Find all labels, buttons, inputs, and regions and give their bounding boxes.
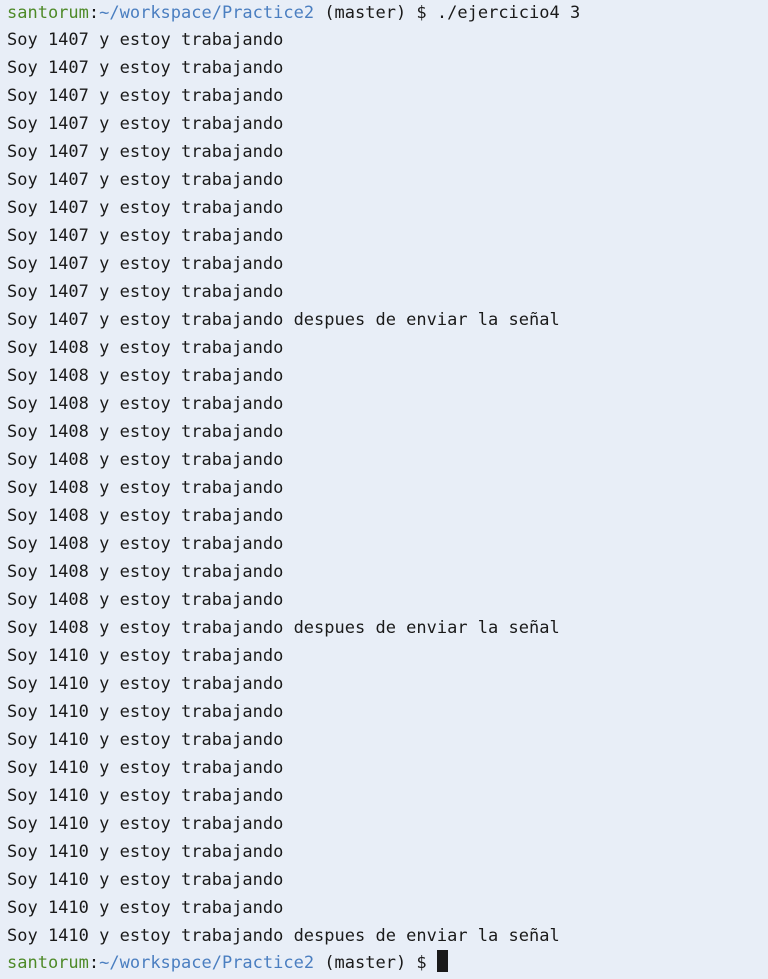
output-line: Soy 1407 y estoy trabajando [7, 114, 284, 134]
output-line: Soy 1407 y estoy trabajando [7, 254, 284, 274]
terminal-window[interactable]: santorum:~/workspace/Practice2 (master) … [0, 0, 768, 979]
text-cursor [436, 950, 448, 972]
final-prompt-path: ~/workspace/Practice2 [99, 953, 315, 973]
output-line: Soy 1408 y estoy trabajando [7, 534, 284, 554]
output-line: Soy 1410 y estoy trabajando [7, 730, 284, 750]
output-line: Soy 1408 y estoy trabajando [7, 590, 284, 610]
final-prompt-separator: : [88, 953, 100, 973]
final-prompt-branch: (master) $ [314, 953, 437, 973]
prompt-branch: (master) $ [314, 3, 437, 23]
output-line: Soy 1407 y estoy trabajando [7, 198, 284, 218]
prompt-separator: : [88, 3, 100, 23]
output-line: Soy 1407 y estoy trabajando [7, 282, 284, 302]
output-line: Soy 1410 y estoy trabajando [7, 842, 284, 862]
command-prompt-line: santorum:~/workspace/Practice2 (master) … [7, 0, 768, 26]
output-line: Soy 1407 y estoy trabajando [7, 86, 284, 106]
prompt-command: ./ejercicio4 3 [436, 3, 581, 23]
final-prompt-user: santorum [7, 953, 89, 973]
output-line: Soy 1408 y estoy trabajando [7, 562, 284, 582]
output-line: Soy 1410 y estoy trabajando [7, 758, 284, 778]
output-line: Soy 1410 y estoy trabajando [7, 898, 284, 918]
prompt-path: ~/workspace/Practice2 [99, 3, 315, 23]
output-line: Soy 1408 y estoy trabajando [7, 506, 284, 526]
output-line: Soy 1407 y estoy trabajando [7, 30, 284, 50]
output-line: Soy 1408 y estoy trabajando [7, 394, 284, 414]
prompt-user: santorum [7, 3, 89, 23]
output-line: Soy 1408 y estoy trabajando [7, 422, 284, 442]
output-line: Soy 1410 y estoy trabajando [7, 786, 284, 806]
output-line: Soy 1410 y estoy trabajando [7, 702, 284, 722]
output-line: Soy 1408 y estoy trabajando [7, 366, 284, 386]
output-line: Soy 1410 y estoy trabajando [7, 814, 284, 834]
output-line: Soy 1410 y estoy trabajando [7, 870, 284, 890]
output-line: Soy 1408 y estoy trabajando [7, 478, 284, 498]
output-line: Soy 1410 y estoy trabajando despues de e… [7, 926, 560, 946]
final-prompt-line[interactable]: santorum:~/workspace/Practice2 (master) … [7, 950, 768, 976]
output-line: Soy 1407 y estoy trabajando [7, 170, 284, 190]
output-line: Soy 1407 y estoy trabajando [7, 226, 284, 246]
output-line: Soy 1408 y estoy trabajando [7, 338, 284, 358]
output-line: Soy 1407 y estoy trabajando [7, 58, 284, 78]
output-line: Soy 1410 y estoy trabajando [7, 646, 284, 666]
output-line: Soy 1407 y estoy trabajando despues de e… [7, 310, 560, 330]
output-line: Soy 1410 y estoy trabajando [7, 674, 284, 694]
output-line: Soy 1407 y estoy trabajando [7, 142, 284, 162]
output-line: Soy 1408 y estoy trabajando despues de e… [7, 618, 560, 638]
terminal-output: Soy 1407 y estoy trabajando Soy 1407 y es… [7, 26, 768, 950]
output-line: Soy 1408 y estoy trabajando [7, 450, 284, 470]
